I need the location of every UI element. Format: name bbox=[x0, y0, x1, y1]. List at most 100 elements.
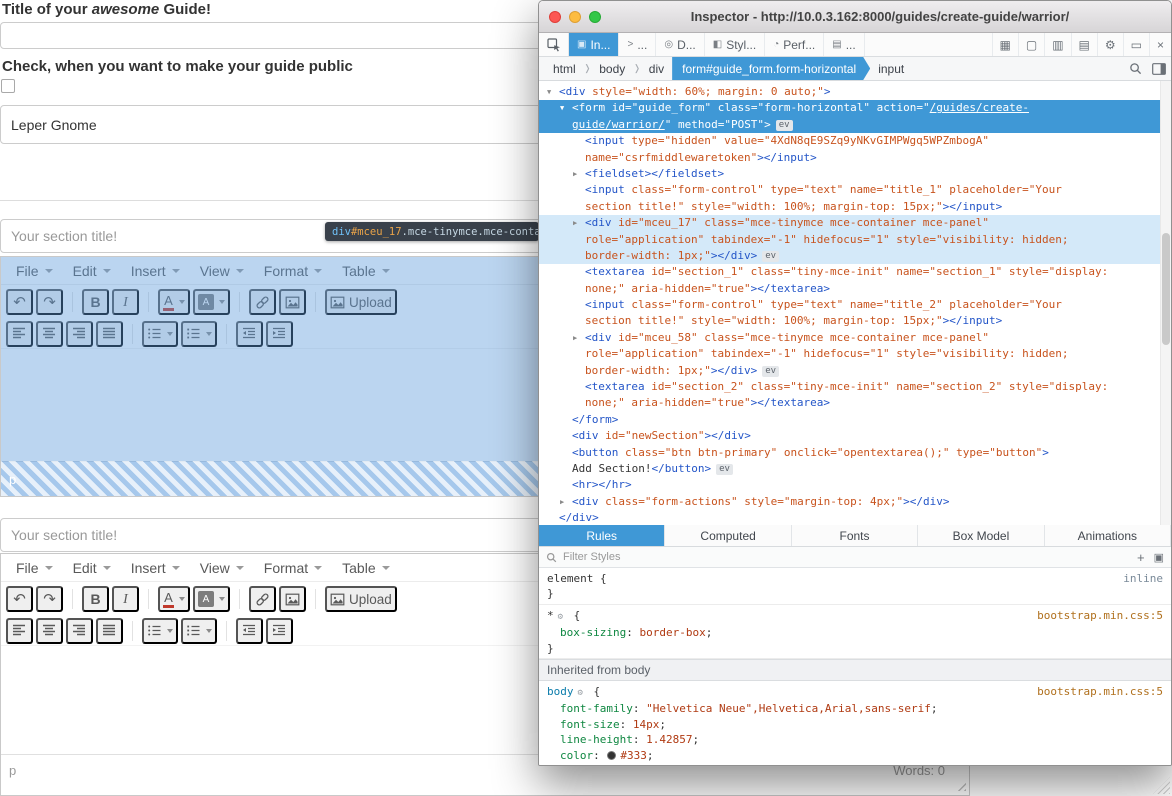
filter-rule-icon[interactable]: ⚙ bbox=[558, 612, 563, 622]
twisty-collapsed-icon[interactable]: ▶ bbox=[573, 330, 577, 346]
markup-line[interactable]: ▼ <div style="width: 60%; margin: 0 auto;… bbox=[539, 84, 1171, 100]
sidebar-tab-animations[interactable]: Animations bbox=[1045, 525, 1171, 546]
italic-button[interactable]: I bbox=[112, 289, 139, 315]
dock-icon[interactable]: ▭ bbox=[1122, 33, 1149, 56]
bold-button[interactable]: B bbox=[82, 289, 109, 315]
expand-sidebar-icon[interactable] bbox=[1152, 62, 1166, 75]
menu-table[interactable]: Table bbox=[332, 259, 399, 283]
element-path[interactable]: p bbox=[9, 472, 16, 487]
markup-line[interactable]: ▼ <form id="guide_form" class="form-horiz… bbox=[539, 100, 1171, 117]
undo-button[interactable]: ↶ bbox=[6, 586, 33, 612]
tab-inspector[interactable]: ▣ In... bbox=[569, 33, 620, 56]
clipboard-icon[interactable]: ▤ bbox=[1070, 33, 1097, 56]
link-button[interactable] bbox=[249, 289, 276, 315]
markup-line[interactable]: ▶ <div class="form-actions" style="margin… bbox=[539, 494, 1171, 510]
menu-file[interactable]: File bbox=[6, 556, 63, 580]
twisty-collapsed-icon[interactable]: ▶ bbox=[573, 166, 577, 182]
css-declaration[interactable]: color: #333; bbox=[547, 748, 1163, 763]
filter-styles-input[interactable]: Filter Styles bbox=[563, 551, 620, 563]
close-icon[interactable]: × bbox=[1148, 33, 1171, 56]
breadcrumb-item[interactable]: input bbox=[870, 57, 912, 80]
twisty-collapsed-icon[interactable]: ▶ bbox=[573, 215, 577, 231]
twisty-collapsed-icon[interactable]: ▶ bbox=[560, 494, 564, 510]
sidebar-tab-rules[interactable]: Rules bbox=[539, 525, 666, 546]
redo-button[interactable]: ↷ bbox=[36, 586, 63, 612]
zoom-window-button[interactable] bbox=[589, 10, 601, 23]
rule-selector[interactable]: * bbox=[547, 609, 554, 622]
markup-line[interactable]: <input class="form-control" type="text" … bbox=[539, 182, 1171, 198]
settings-icon[interactable]: ⚙ bbox=[1096, 33, 1123, 56]
scrollbar-thumb[interactable] bbox=[1161, 233, 1170, 345]
menu-insert[interactable]: Insert bbox=[121, 556, 190, 580]
element-path[interactable]: p bbox=[9, 763, 16, 778]
align-left-button[interactable] bbox=[6, 617, 33, 644]
filter-rule-icon[interactable]: ⚙ bbox=[578, 688, 583, 698]
undo-button[interactable]: ↶ bbox=[6, 289, 33, 315]
align-justify-button[interactable] bbox=[96, 617, 123, 644]
menu-edit[interactable]: Edit bbox=[63, 556, 121, 580]
markup-line[interactable]: </form> bbox=[539, 412, 1171, 428]
image-button[interactable] bbox=[279, 586, 306, 612]
book-icon[interactable]: ▥ bbox=[1044, 33, 1070, 56]
add-rule-icon[interactable]: + bbox=[1137, 550, 1145, 565]
bullist-button[interactable] bbox=[142, 320, 178, 347]
bold-button[interactable]: B bbox=[82, 586, 109, 612]
markup-line[interactable]: name="csrfmiddlewaretoken"></input> bbox=[539, 150, 1171, 166]
align-center-button[interactable] bbox=[36, 320, 63, 347]
event-listener-badge[interactable]: ev bbox=[716, 463, 733, 475]
event-listener-badge[interactable]: ev bbox=[775, 119, 793, 131]
outdent-button[interactable] bbox=[236, 320, 263, 347]
forecolor-button[interactable]: A bbox=[158, 289, 190, 315]
tab-performance[interactable]: ◔ Perf... bbox=[765, 33, 825, 56]
markup-line[interactable]: ▶ <div id="mceu_17" class="mce-tinymce mc… bbox=[539, 215, 1171, 232]
menu-table[interactable]: Table bbox=[332, 556, 399, 580]
menu-view[interactable]: View bbox=[190, 259, 254, 283]
menu-file[interactable]: File bbox=[6, 259, 63, 283]
align-left-button[interactable] bbox=[6, 320, 33, 347]
indent-button[interactable] bbox=[266, 320, 293, 347]
menu-insert[interactable]: Insert bbox=[121, 259, 190, 283]
markup-line[interactable]: </div> bbox=[539, 510, 1171, 525]
markup-line[interactable]: <textarea id="section_2" class="tiny-mce… bbox=[539, 379, 1171, 395]
upload-button[interactable]: Upload bbox=[325, 289, 397, 315]
markup-line[interactable]: border-width: 1px;"></div> ev bbox=[539, 247, 1171, 265]
doc-icon[interactable]: ▢ bbox=[1017, 33, 1044, 56]
breadcrumb-item[interactable]: html bbox=[545, 57, 584, 80]
markup-line[interactable]: Add Section!</button> ev bbox=[539, 461, 1171, 477]
rule-selector[interactable]: element bbox=[547, 572, 593, 585]
italic-button[interactable]: I bbox=[112, 586, 139, 612]
markup-line[interactable]: ▶ <fieldset></fieldset> bbox=[539, 166, 1171, 182]
menu-format[interactable]: Format bbox=[254, 259, 332, 283]
window-titlebar[interactable]: Inspector - http://10.0.3.162:8000/guide… bbox=[539, 1, 1171, 33]
align-right-button[interactable] bbox=[66, 617, 93, 644]
close-window-button[interactable] bbox=[549, 10, 561, 23]
twisty-expanded-icon[interactable]: ▼ bbox=[547, 84, 551, 100]
markup-line[interactable]: <textarea id="section_1" class="tiny-mce… bbox=[539, 264, 1171, 280]
markup-line[interactable]: none;" aria-hidden="true"></textarea> bbox=[539, 395, 1171, 411]
css-declaration[interactable]: font-family: "Helvetica Neue",Helvetica,… bbox=[547, 701, 1163, 716]
tab-style-editor[interactable]: ◧ Styl... bbox=[705, 33, 766, 56]
breadcrumb-item[interactable]: form#guide_form.form-horizontal bbox=[672, 57, 870, 80]
numlist-button[interactable] bbox=[181, 617, 217, 644]
sidebar-tab-box-model[interactable]: Box Model bbox=[918, 525, 1045, 546]
markup-line[interactable]: guide/warrior/" method="POST"> ev bbox=[539, 116, 1171, 134]
event-listener-badge[interactable]: ev bbox=[762, 250, 780, 262]
markup-line[interactable]: <button class="btn btn-primary" onclick=… bbox=[539, 445, 1171, 461]
align-center-button[interactable] bbox=[36, 617, 63, 644]
redo-button[interactable]: ↷ bbox=[36, 289, 63, 315]
rule-selector[interactable]: body bbox=[547, 685, 574, 698]
indent-button[interactable] bbox=[266, 617, 293, 644]
window-resize-grip[interactable] bbox=[1153, 777, 1170, 794]
markup-line[interactable]: <hr></hr> bbox=[539, 477, 1171, 493]
color-swatch[interactable] bbox=[607, 750, 617, 760]
sidebar-tab-computed[interactable]: Computed bbox=[665, 525, 792, 546]
align-right-button[interactable] bbox=[66, 320, 93, 347]
public-checkbox[interactable] bbox=[1, 79, 15, 93]
bullist-button[interactable] bbox=[142, 617, 178, 644]
sidebar-tab-fonts[interactable]: Fonts bbox=[792, 525, 919, 546]
breadcrumb-item[interactable]: body bbox=[591, 57, 633, 80]
css-declaration[interactable]: font-size: 14px; bbox=[547, 717, 1163, 732]
markup-line[interactable]: <input type="hidden" value="4XdN8qE9SZq9… bbox=[539, 133, 1171, 149]
markup-line[interactable]: <input class="form-control" type="text" … bbox=[539, 297, 1171, 313]
rule-source-link[interactable]: bootstrap.min.css:5 bbox=[1037, 608, 1163, 623]
